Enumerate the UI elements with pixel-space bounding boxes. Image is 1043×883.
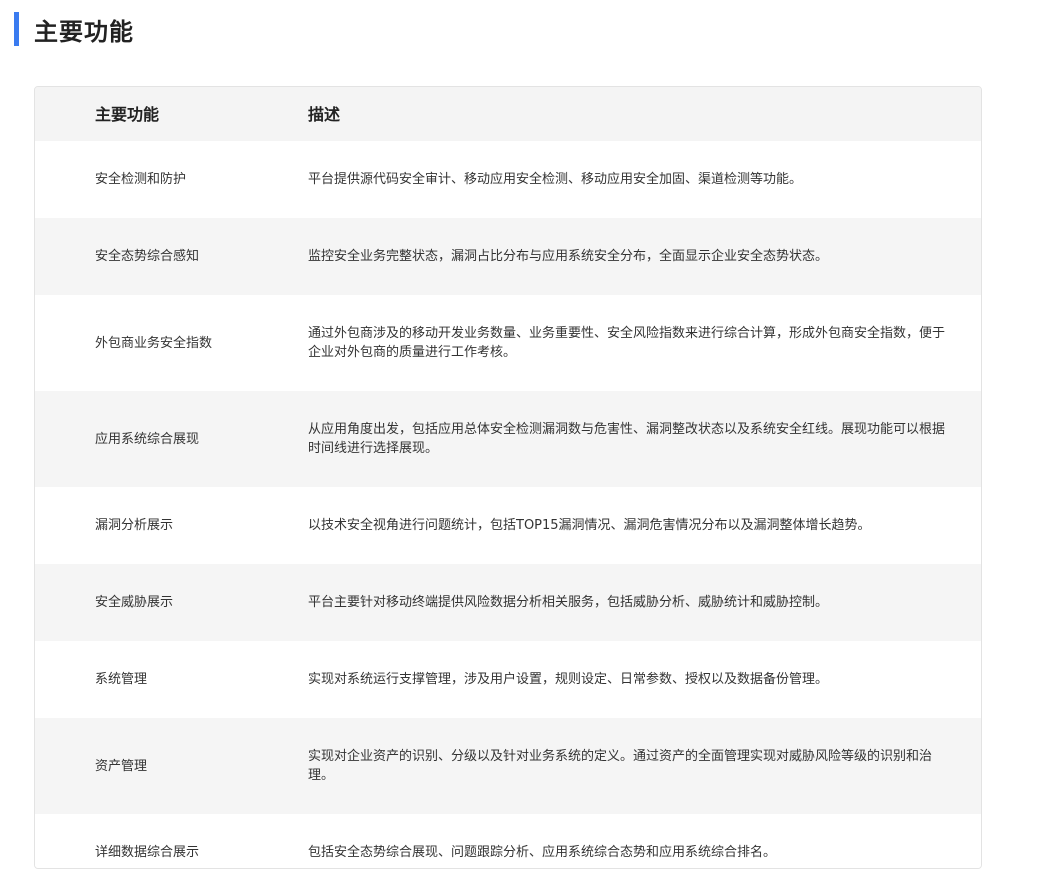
table-row: 安全威胁展示 平台主要针对移动终端提供风险数据分析相关服务，包括威胁分析、威胁统… <box>35 564 981 641</box>
feature-cell: 外包商业务安全指数 <box>35 295 307 391</box>
feature-cell: 安全态势综合感知 <box>35 218 307 295</box>
features-table: 主要功能 描述 安全检测和防护 平台提供源代码安全审计、移动应用安全检测、移动应… <box>34 86 982 869</box>
table-header-row: 主要功能 描述 <box>35 87 981 141</box>
feature-cell: 安全威胁展示 <box>35 564 307 641</box>
description-cell: 包括安全态势综合展现、问题跟踪分析、应用系统综合态势和应用系统综合排名。 <box>307 814 981 868</box>
table-row: 应用系统综合展现 从应用角度出发，包括应用总体安全检测漏洞数与危害性、漏洞整改状… <box>35 391 981 487</box>
description-cell: 实现对系统运行支撑管理，涉及用户设置，规则设定、日常参数、授权以及数据备份管理。 <box>307 641 981 718</box>
table-row: 外包商业务安全指数 通过外包商涉及的移动开发业务数量、业务重要性、安全风险指数来… <box>35 295 981 391</box>
table-row: 漏洞分析展示 以技术安全视角进行问题统计，包括TOP15漏洞情况、漏洞危害情况分… <box>35 487 981 564</box>
description-cell: 从应用角度出发，包括应用总体安全检测漏洞数与危害性、漏洞整改状态以及系统安全红线… <box>307 391 981 487</box>
table-row: 详细数据综合展示 包括安全态势综合展现、问题跟踪分析、应用系统综合态势和应用系统… <box>35 814 981 868</box>
description-cell: 平台提供源代码安全审计、移动应用安全检测、移动应用安全加固、渠道检测等功能。 <box>307 141 981 218</box>
table-row: 系统管理 实现对系统运行支撑管理，涉及用户设置，规则设定、日常参数、授权以及数据… <box>35 641 981 718</box>
feature-cell: 系统管理 <box>35 641 307 718</box>
accent-bar <box>14 12 19 46</box>
feature-cell: 漏洞分析展示 <box>35 487 307 564</box>
feature-cell: 应用系统综合展现 <box>35 391 307 487</box>
description-cell: 以技术安全视角进行问题统计，包括TOP15漏洞情况、漏洞危害情况分布以及漏洞整体… <box>307 487 981 564</box>
table-row: 安全态势综合感知 监控安全业务完整状态，漏洞占比分布与应用系统安全分布，全面显示… <box>35 218 981 295</box>
section-title: 主要功能 <box>34 17 134 46</box>
description-cell: 实现对企业资产的识别、分级以及针对业务系统的定义。通过资产的全面管理实现对威胁风… <box>307 718 981 814</box>
description-cell: 通过外包商涉及的移动开发业务数量、业务重要性、安全风险指数来进行综合计算，形成外… <box>307 295 981 391</box>
feature-cell: 安全检测和防护 <box>35 141 307 218</box>
column-header-feature: 主要功能 <box>35 87 307 141</box>
feature-cell: 资产管理 <box>35 718 307 814</box>
column-header-description: 描述 <box>307 87 981 141</box>
description-cell: 平台主要针对移动终端提供风险数据分析相关服务，包括威胁分析、威胁统计和威胁控制。 <box>307 564 981 641</box>
feature-cell: 详细数据综合展示 <box>35 814 307 868</box>
table-row: 资产管理 实现对企业资产的识别、分级以及针对业务系统的定义。通过资产的全面管理实… <box>35 718 981 814</box>
section-header: 主要功能 <box>14 12 134 46</box>
description-cell: 监控安全业务完整状态，漏洞占比分布与应用系统安全分布，全面显示企业安全态势状态。 <box>307 218 981 295</box>
table-row: 安全检测和防护 平台提供源代码安全审计、移动应用安全检测、移动应用安全加固、渠道… <box>35 141 981 218</box>
